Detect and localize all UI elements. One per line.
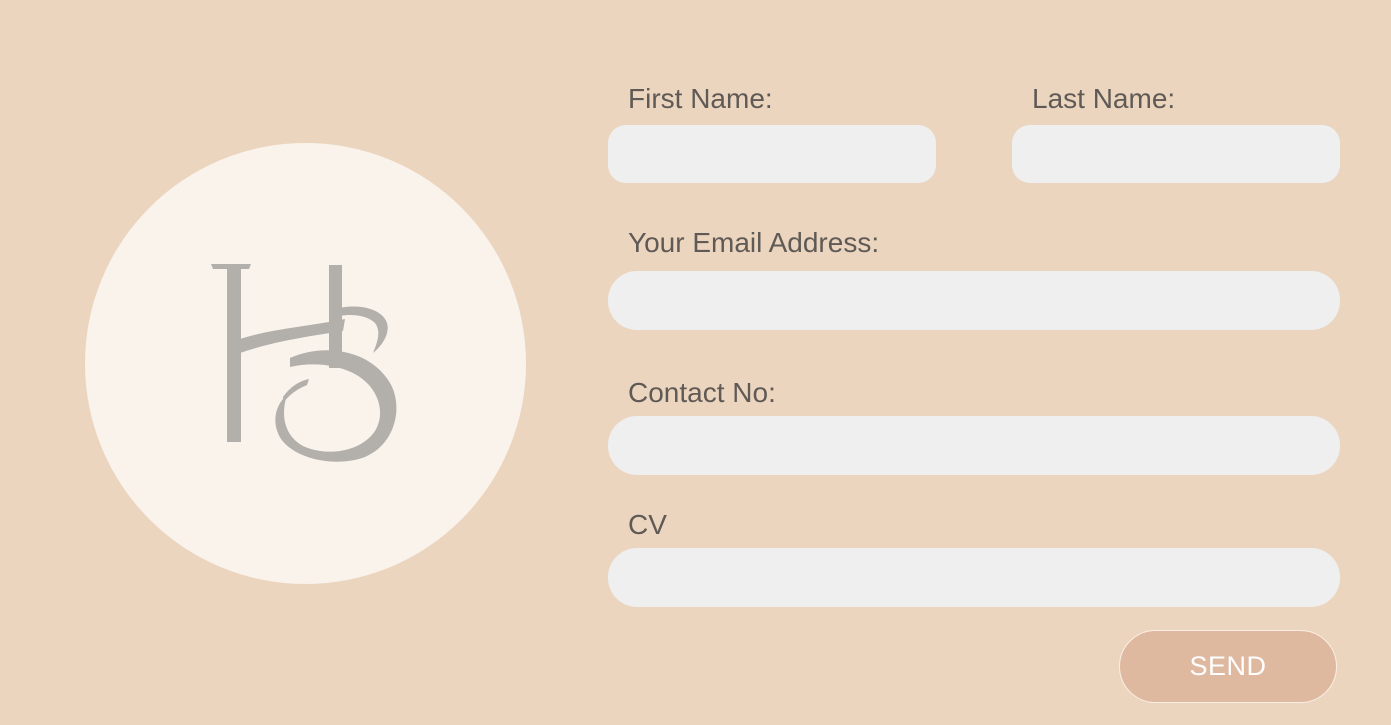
send-button[interactable]: SEND [1119, 630, 1337, 703]
last-name-label: Last Name: [1032, 83, 1176, 114]
cv-label: CV [628, 509, 667, 540]
email-label: Your Email Address: [628, 227, 880, 258]
logo-badge [85, 143, 526, 584]
cv-input[interactable] [608, 548, 1340, 607]
contact-label: Contact No: [628, 377, 776, 408]
contact-input[interactable] [608, 416, 1340, 475]
first-name-input[interactable] [608, 125, 936, 183]
first-name-label: First Name: [628, 83, 773, 114]
ks-monogram-logo [211, 264, 397, 462]
email-input[interactable] [608, 271, 1340, 330]
last-name-input[interactable] [1012, 125, 1340, 183]
